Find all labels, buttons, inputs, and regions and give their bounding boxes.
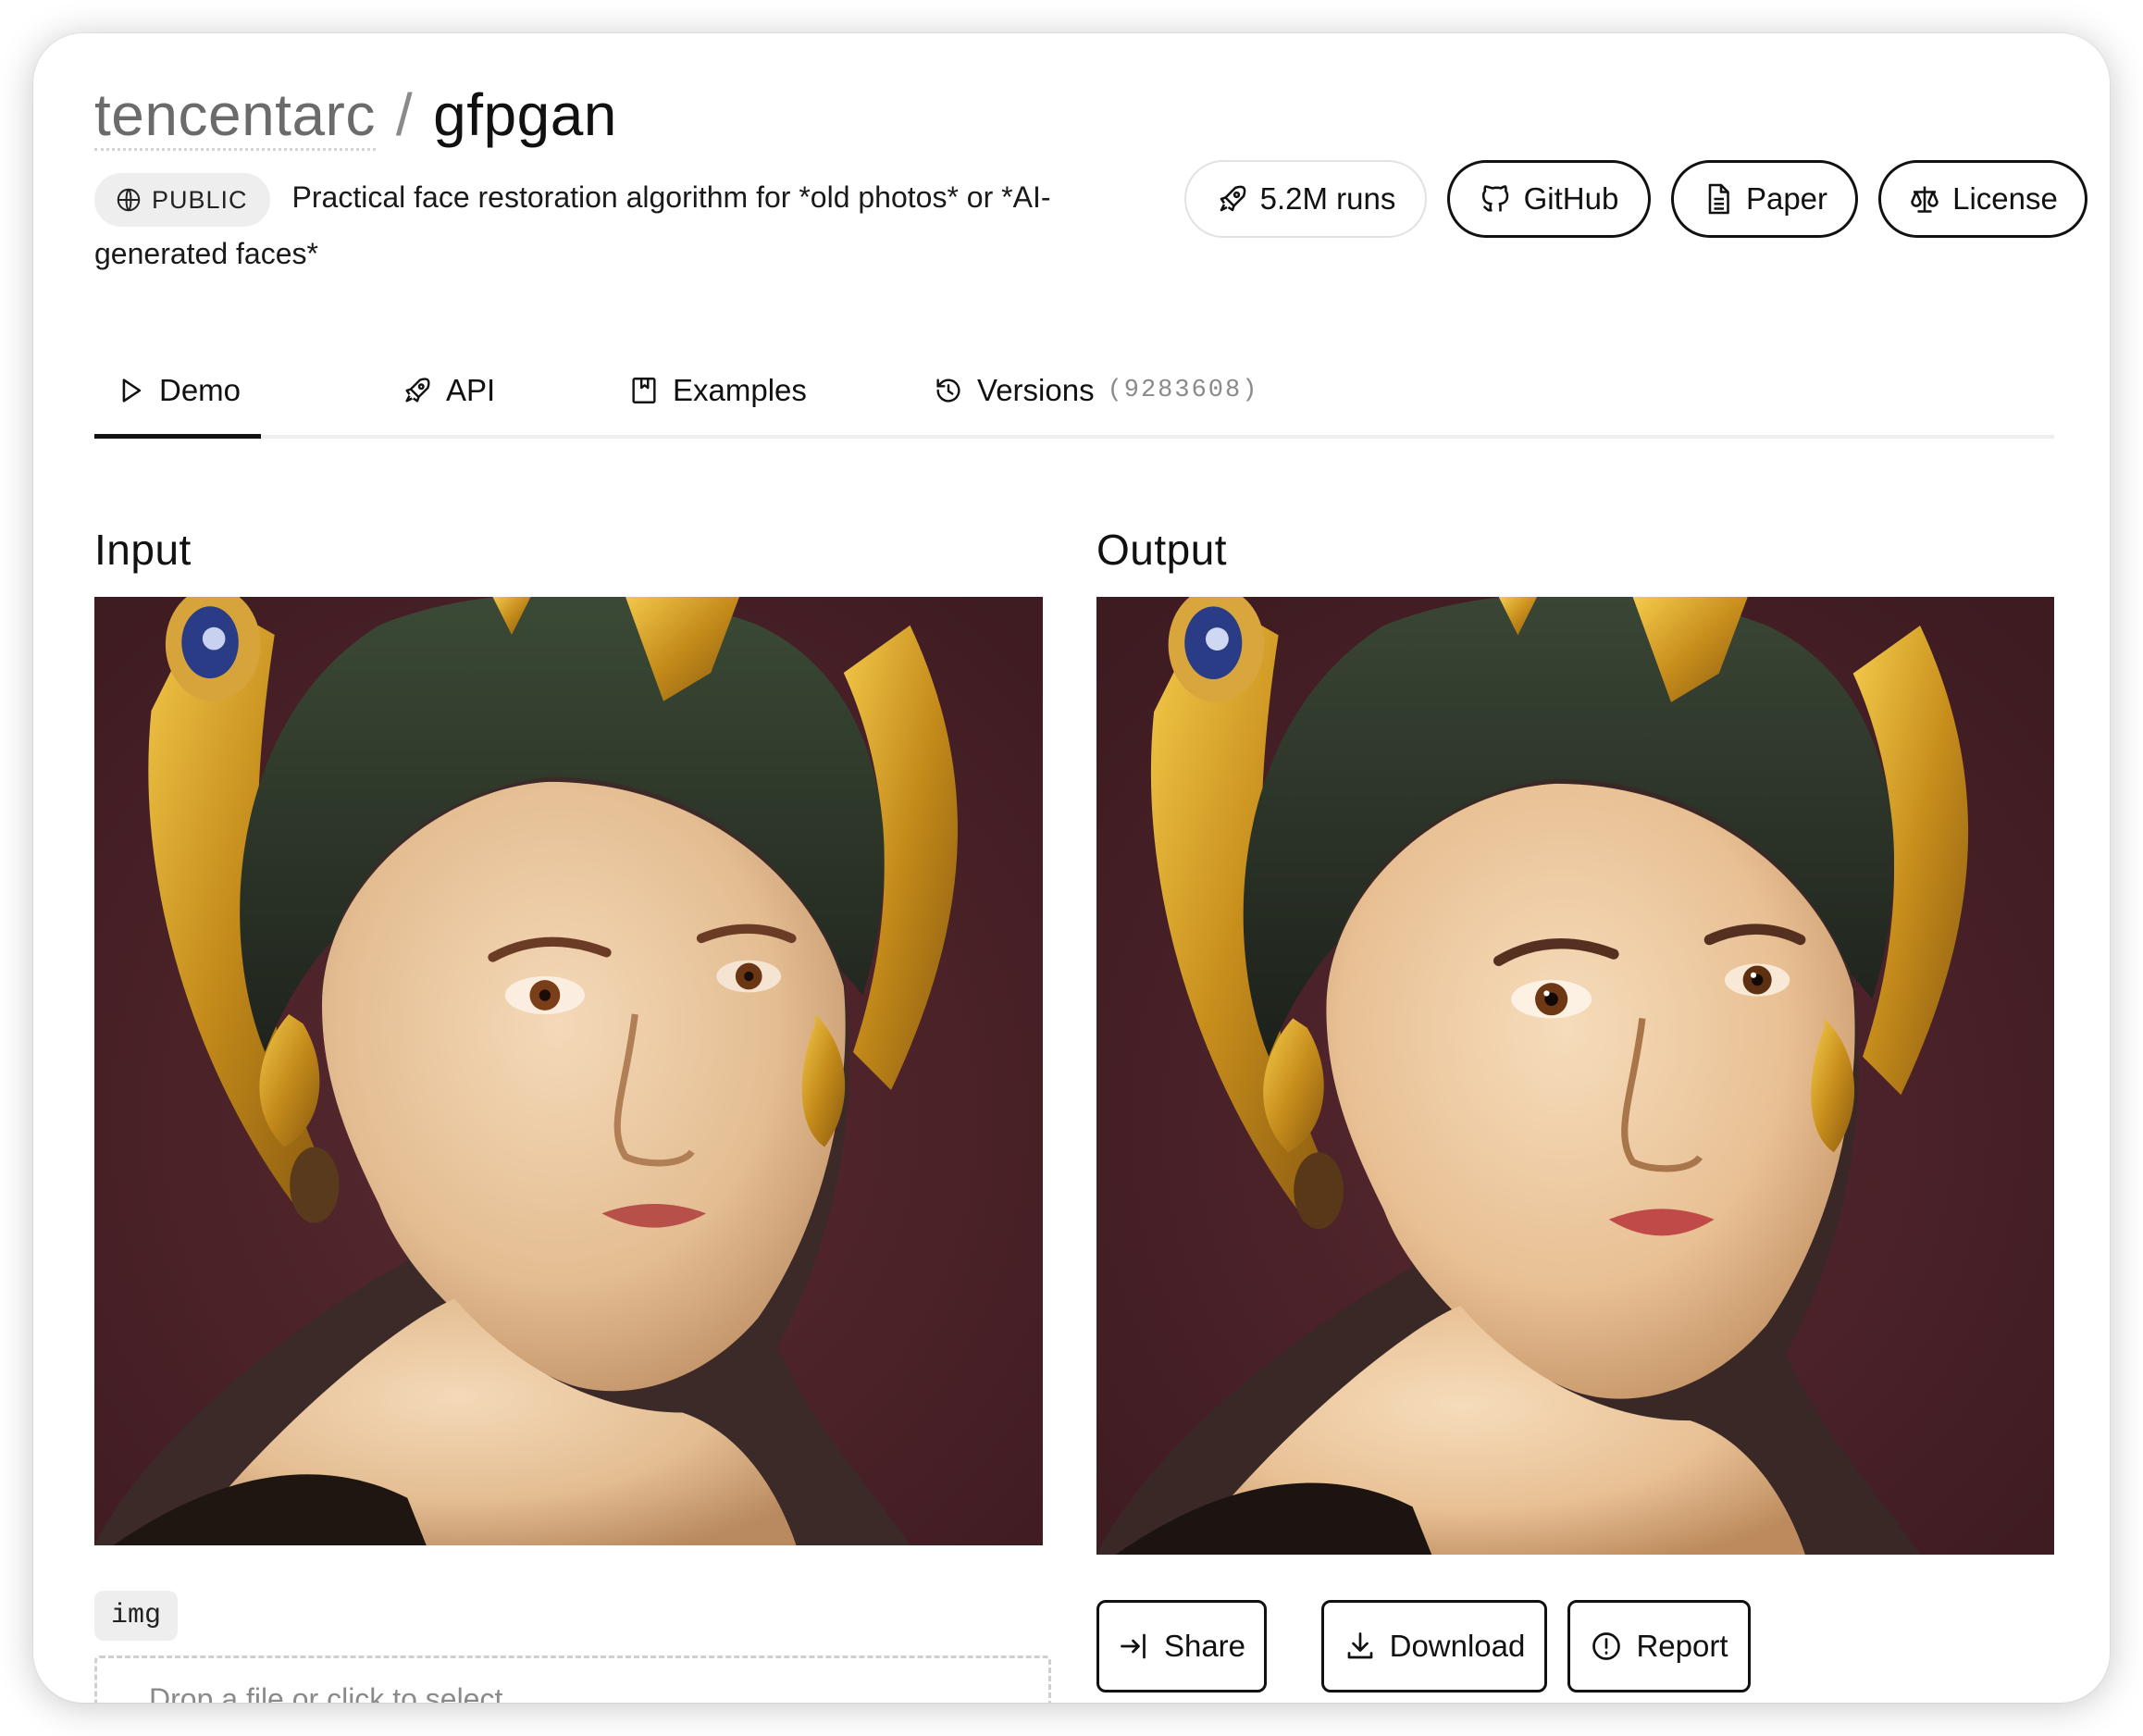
- tab-versions[interactable]: Versions (9283608): [933, 346, 1258, 435]
- tab-api-label: API: [446, 373, 496, 407]
- tab-api[interactable]: API: [402, 346, 495, 435]
- tab-examples-label: Examples: [673, 373, 807, 407]
- download-label: Download: [1389, 1629, 1526, 1663]
- play-icon: [122, 378, 142, 403]
- tab-bar: Demo API Examples Versions (9283608): [94, 346, 2054, 439]
- paper-label: Paper: [1745, 181, 1828, 216]
- input-heading: Input: [94, 526, 192, 574]
- report-label: Report: [1636, 1629, 1728, 1663]
- github-icon: [1481, 185, 1508, 212]
- dropzone-text: Drop a file or click to select: [149, 1682, 503, 1703]
- paper-button[interactable]: Paper: [1671, 160, 1858, 238]
- runs-count: 5.2M runs: [1184, 160, 1427, 238]
- page-title: tencentarc / gfpgan: [94, 81, 617, 151]
- globe-icon: [117, 188, 141, 211]
- license-label: License: [1952, 181, 2058, 216]
- output-image: [1096, 597, 2054, 1555]
- download-button[interactable]: Download: [1321, 1600, 1547, 1693]
- img-field-label: img: [94, 1591, 179, 1641]
- visibility-badge: PUBLIC: [94, 172, 270, 227]
- share-button[interactable]: Share: [1096, 1600, 1267, 1693]
- download-icon: [1347, 1632, 1372, 1659]
- model-page-content: tencentarc / gfpgan PUBLIC Practical face …: [94, 33, 2087, 1703]
- rocket-icon: [1220, 185, 1246, 212]
- tab-versions-label: Versions: [977, 373, 1095, 407]
- bookmark-icon: [632, 378, 656, 403]
- output-heading: Output: [1096, 526, 1228, 574]
- runs-label: 5.2M runs: [1259, 181, 1396, 216]
- share-icon: [1121, 1633, 1146, 1659]
- document-icon: [1708, 183, 1729, 215]
- tab-examples[interactable]: Examples: [628, 346, 807, 435]
- model-description: PUBLIC Practical face restoration algori…: [94, 170, 1158, 280]
- file-dropzone[interactable]: Drop a file or click to select: [94, 1655, 1051, 1703]
- rocket-icon: [405, 378, 430, 403]
- github-label: GitHub: [1523, 181, 1619, 216]
- visibility-label: PUBLIC: [152, 185, 248, 214]
- report-button[interactable]: Report: [1567, 1600, 1751, 1693]
- tab-demo-label: Demo: [158, 373, 242, 407]
- model-page-card: tencentarc / gfpgan PUBLIC Practical face …: [33, 33, 2110, 1703]
- version-id: (9283608): [1107, 377, 1259, 404]
- history-icon: [936, 378, 960, 403]
- owner-link[interactable]: tencentarc: [94, 81, 376, 151]
- title-separator: /: [395, 81, 414, 148]
- alert-circle-icon: [1592, 1632, 1621, 1660]
- share-label: Share: [1163, 1629, 1246, 1663]
- github-button[interactable]: GitHub: [1447, 160, 1651, 238]
- license-button[interactable]: License: [1878, 160, 2087, 238]
- scale-icon: [1911, 186, 1939, 213]
- tab-demo[interactable]: Demo: [94, 346, 261, 439]
- input-image: [94, 597, 1043, 1545]
- model-name: gfpgan: [433, 81, 617, 148]
